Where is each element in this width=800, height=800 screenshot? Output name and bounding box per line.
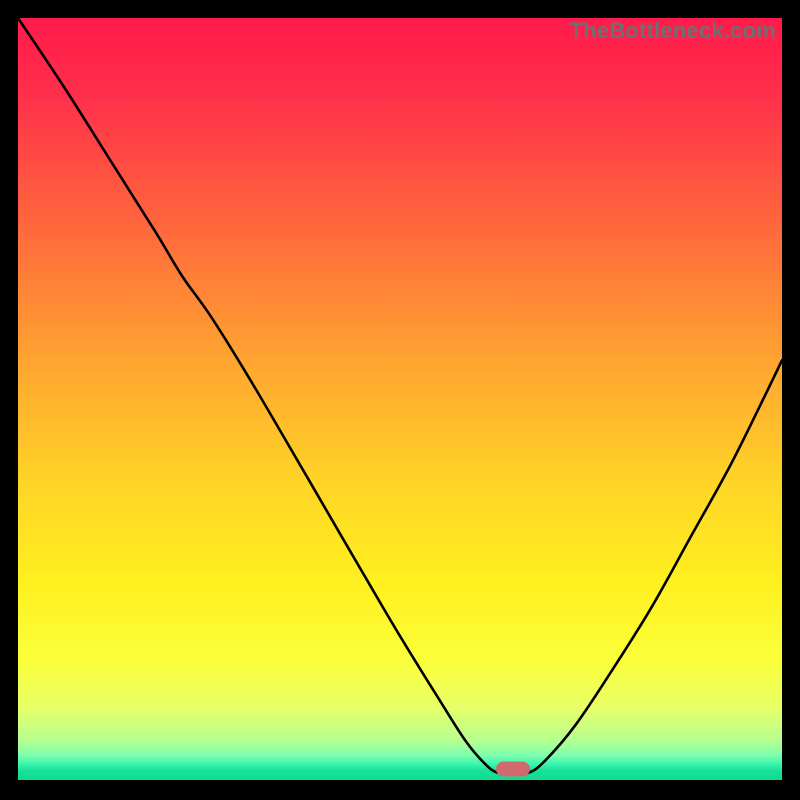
watermark-label: TheBottleneck.com: [570, 18, 776, 44]
gradient-background: [18, 18, 782, 782]
chart-frame: TheBottleneck.com: [18, 18, 782, 782]
chart-svg: [18, 18, 782, 782]
optimum-marker: [496, 762, 530, 777]
